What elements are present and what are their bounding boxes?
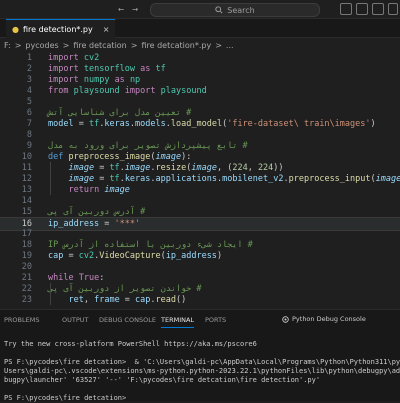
title-bar: ← → Search xyxy=(0,0,400,19)
toggle-sidebar-icon[interactable] xyxy=(340,3,352,15)
breadcrumb-separator: > xyxy=(62,40,70,50)
breadcrumb-separator: > xyxy=(215,40,222,50)
bottom-panel: PROBLEMS OUTPUT DEBUG CONSOLE TERMINAL P… xyxy=(0,309,400,402)
breadcrumb-item-file[interactable]: fire detcation*.py xyxy=(141,41,211,50)
breadcrumb-separator: > xyxy=(130,40,138,50)
toggle-panel-icon[interactable] xyxy=(356,3,368,15)
toggle-secondary-sidebar-icon[interactable] xyxy=(372,3,384,15)
tab-debug-console[interactable]: DEBUG CONSOLE xyxy=(99,316,156,324)
forward-icon[interactable]: → xyxy=(132,4,138,15)
tab-fire-detection-py[interactable]: ● fire detection*.py × xyxy=(6,19,116,38)
back-icon[interactable]: ← xyxy=(118,4,124,15)
breadcrumb: F: > pycodes > fire detcation > fire det… xyxy=(4,39,234,51)
terminal-selector[interactable]: Python Debug Console xyxy=(282,315,366,323)
terminal-line: bugpy\launcher' '63527' '--' 'F:\pycodes… xyxy=(4,376,321,384)
close-icon[interactable]: × xyxy=(103,25,110,34)
tab-label: fire detection*.py xyxy=(22,24,93,34)
editor-tab-bar: ● fire detection*.py × xyxy=(0,19,400,38)
search-label: Search xyxy=(227,5,255,15)
line-number: 23 xyxy=(21,295,32,305)
breadcrumb-item-symbol[interactable]: ... xyxy=(226,41,234,50)
terminal-line: PS F:\pycodes\fire detcation> & 'C:\User… xyxy=(4,358,400,366)
breadcrumb-item-folder[interactable]: fire detcation xyxy=(73,41,126,50)
python-icon: ● xyxy=(12,24,19,34)
breadcrumb-item-pycodes[interactable]: pycodes xyxy=(25,41,58,50)
breadcrumb-separator: > xyxy=(14,40,22,50)
indent-guide xyxy=(50,283,51,305)
debug-icon xyxy=(282,315,289,323)
search-icon xyxy=(215,6,223,14)
terminal-line: Users\galdi-pc\.vscode\extensions\ms-pyt… xyxy=(4,367,400,375)
tab-problems[interactable]: PROBLEMS xyxy=(4,316,39,324)
code-editor[interactable]: 1 import cv2 2 import tensorflow as tf 3 impo… xyxy=(0,52,400,308)
tab-output[interactable]: OUTPUT xyxy=(62,316,89,324)
breadcrumb-item-drive[interactable]: F: xyxy=(4,41,11,50)
command-search-box[interactable]: Search xyxy=(150,3,320,17)
tab-ports[interactable]: PORTS xyxy=(205,316,226,324)
code-text: ret, frame = cap.read() xyxy=(68,295,187,305)
code-line[interactable]: 23 ret, frame = cap.read() xyxy=(0,294,400,306)
tab-terminal[interactable]: TERMINAL xyxy=(161,316,195,328)
panel-tabs: PROBLEMS OUTPUT DEBUG CONSOLE TERMINAL P… xyxy=(0,310,400,328)
customize-layout-icon[interactable] xyxy=(388,3,398,15)
terminal-line: PS F:\pycodes\fire detcation> xyxy=(4,394,131,402)
indent-guide xyxy=(50,162,51,195)
terminal-name: Python Debug Console xyxy=(292,315,366,323)
terminal-line: Try the new cross-platform PowerShell ht… xyxy=(4,340,257,348)
